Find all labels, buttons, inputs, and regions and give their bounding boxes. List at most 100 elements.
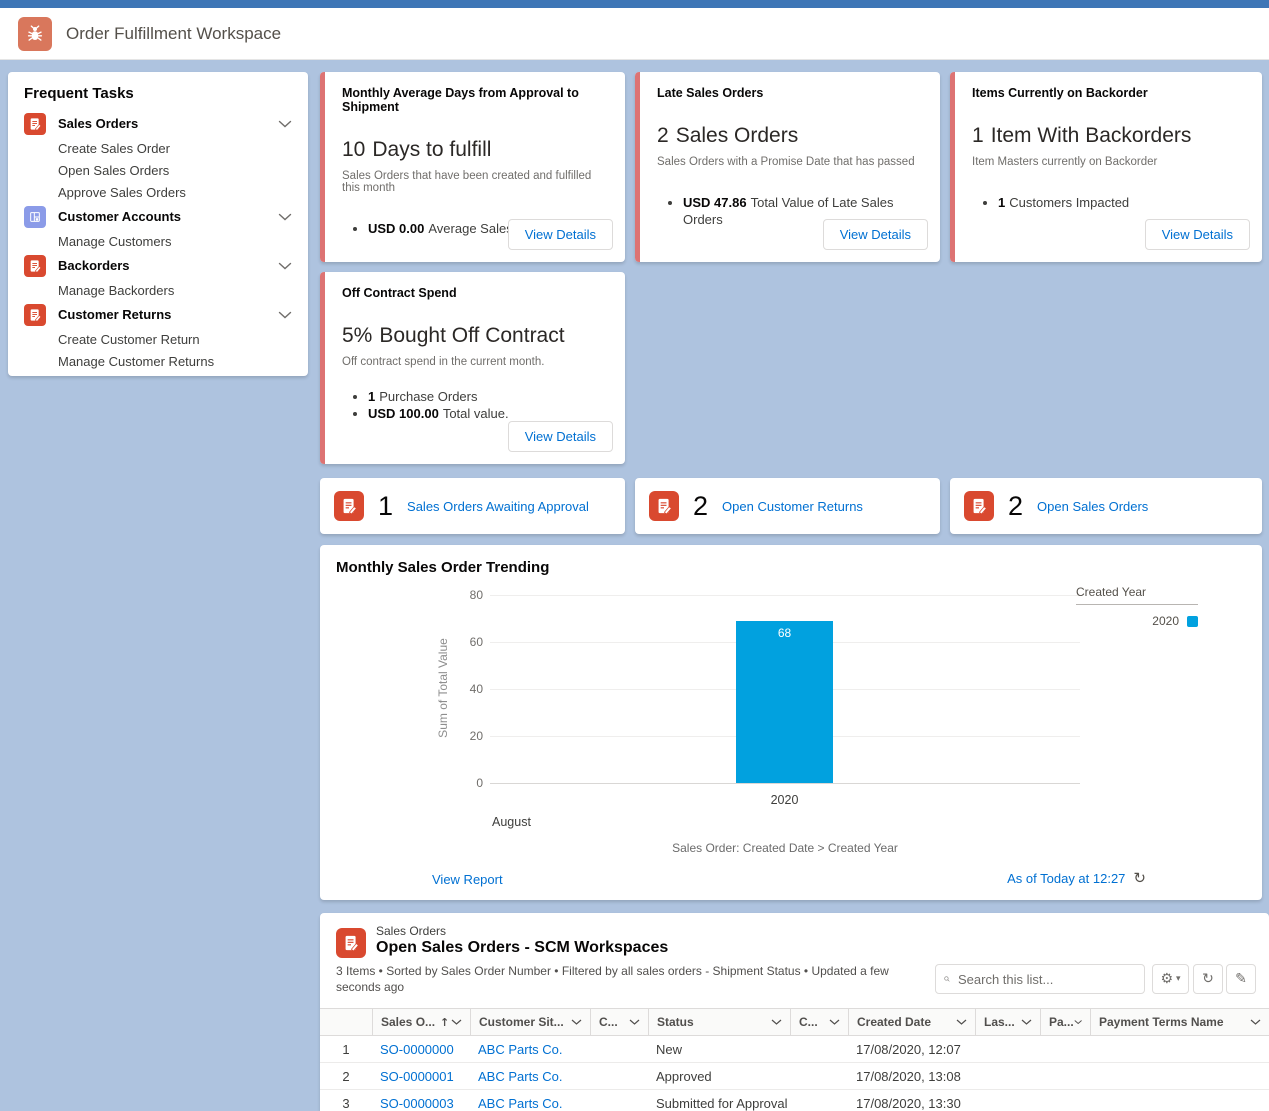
accent-stripe	[320, 72, 325, 262]
sidebar-group-backorders[interactable]: Backorders	[24, 252, 292, 279]
kpi-title: Late Sales Orders	[657, 86, 926, 100]
sidebar-group-label: Sales Orders	[58, 116, 138, 131]
col-c2[interactable]: C...	[790, 1009, 848, 1035]
chevron-down-icon	[829, 1019, 840, 1025]
bar-value-label: 68	[736, 626, 833, 640]
y-axis-label: Sum of Total Value	[436, 638, 450, 738]
kpi-description: Item Masters currently on Backorder	[972, 156, 1248, 168]
sales-order-link[interactable]: SO-0000000	[372, 1042, 470, 1057]
view-details-button[interactable]: View Details	[1145, 219, 1250, 250]
accent-stripe	[950, 72, 955, 262]
kpi-bullet: USD 100.00Total value.	[368, 405, 611, 422]
chart-refresh-status: As of Today at 12:27 ↻	[1007, 869, 1146, 887]
created-date-cell: 17/08/2020, 12:07	[848, 1042, 975, 1057]
list-meta: 3 Items • Sorted by Sales Order Number •…	[336, 963, 901, 995]
gear-icon: ⚙	[1160, 971, 1173, 987]
status-cell: New	[648, 1042, 790, 1057]
chevron-down-icon	[571, 1019, 582, 1025]
col-customer-site[interactable]: Customer Sit...	[470, 1009, 590, 1035]
kpi-title: Items Currently on Backorder	[972, 86, 1248, 100]
sales-orders-table: Sales O...↑ Customer Sit... C... Status …	[320, 1008, 1269, 1111]
quicklink-count: 2	[1008, 491, 1023, 522]
refresh-icon[interactable]: ↻	[1133, 869, 1146, 887]
chevron-down-icon	[278, 311, 292, 319]
customer-link[interactable]: ABC Parts Co.	[470, 1069, 590, 1084]
sales-order-link[interactable]: SO-0000001	[372, 1069, 470, 1084]
view-details-button[interactable]: View Details	[823, 219, 928, 250]
page-title: Order Fulfillment Workspace	[66, 24, 281, 44]
chevron-down-icon	[451, 1019, 462, 1025]
customer-link[interactable]: ABC Parts Co.	[470, 1096, 590, 1111]
view-report-link[interactable]: View Report	[432, 872, 503, 887]
x-tick-2020: 2020	[736, 793, 833, 807]
col-created-date[interactable]: Created Date	[848, 1009, 975, 1035]
sidebar-item-open-sales-orders[interactable]: Open Sales Orders	[24, 159, 292, 181]
quicklink-open-sales-orders[interactable]: 2 Open Sales Orders	[950, 478, 1262, 534]
kpi-bullet: 1Purchase Orders	[368, 388, 611, 405]
sidebar-item-manage-backorders[interactable]: Manage Backorders	[24, 279, 292, 301]
sales-orders-icon	[24, 113, 46, 135]
chevron-down-icon	[1074, 1019, 1082, 1025]
sort-asc-icon: ↑	[440, 1016, 449, 1029]
quicklink-sales-orders-awaiting-approval[interactable]: 1 Sales Orders Awaiting Approval	[320, 478, 625, 534]
kpi-card-days-to-fulfill: Monthly Average Days from Approval to Sh…	[320, 72, 625, 262]
accent-stripe	[320, 272, 325, 464]
created-date-cell: 17/08/2020, 13:30	[848, 1096, 975, 1111]
chart-title: Monthly Sales Order Trending	[336, 559, 549, 576]
sidebar-item-create-sales-order[interactable]: Create Sales Order	[24, 137, 292, 159]
sidebar-group-customer-accounts[interactable]: Customer Accounts	[24, 203, 292, 230]
frequent-tasks-title: Frequent Tasks	[24, 85, 292, 102]
accent-stripe	[635, 72, 640, 262]
kpi-card-late-sales-orders: Late Sales Orders 2Sales Orders Sales Or…	[635, 72, 940, 262]
status-cell: Approved	[648, 1069, 790, 1084]
customer-returns-icon	[24, 304, 46, 326]
list-search[interactable]	[935, 964, 1145, 994]
col-payment-terms[interactable]: Payment Terms Name	[1090, 1009, 1269, 1035]
sales-order-link[interactable]: SO-0000003	[372, 1096, 470, 1111]
list-settings-button[interactable]: ⚙ ▾	[1152, 964, 1189, 994]
sidebar-item-create-customer-return[interactable]: Create Customer Return	[24, 328, 292, 350]
chart-caption: Sales Order: Created Date > Created Year	[490, 841, 1080, 855]
frequent-tasks-panel: Frequent Tasks Sales Orders Create Sales…	[8, 72, 308, 376]
col-pa[interactable]: Pa...	[1040, 1009, 1090, 1035]
col-status[interactable]: Status	[648, 1009, 790, 1035]
legend-item-2020[interactable]: 2020	[1076, 614, 1198, 628]
kpi-value: 10Days to fulfill	[342, 138, 611, 162]
quicklink-label[interactable]: Open Sales Orders	[1037, 499, 1148, 514]
quicklink-open-customer-returns[interactable]: 2 Open Customer Returns	[635, 478, 940, 534]
chevron-down-icon	[1021, 1019, 1032, 1025]
table-row: 3 SO-0000003 ABC Parts Co. Submitted for…	[320, 1090, 1269, 1111]
sidebar-group-sales-orders[interactable]: Sales Orders	[24, 110, 292, 137]
chevron-down-icon	[771, 1019, 782, 1025]
chevron-down-icon	[278, 213, 292, 221]
status-cell: Submitted for Approval	[648, 1096, 790, 1111]
sidebar-group-customer-returns[interactable]: Customer Returns	[24, 301, 292, 328]
x-axis-line	[490, 783, 1080, 784]
order-fulfillment-workspace: Order Fulfillment Workspace Frequent Tas…	[0, 0, 1269, 1111]
sidebar-item-approve-sales-orders[interactable]: Approve Sales Orders	[24, 181, 292, 203]
col-sales-order[interactable]: Sales O...↑	[372, 1009, 470, 1035]
quicklink-label[interactable]: Open Customer Returns	[722, 499, 863, 514]
quicklink-label[interactable]: Sales Orders Awaiting Approval	[407, 499, 589, 514]
col-c1[interactable]: C...	[590, 1009, 648, 1035]
customer-accounts-icon	[24, 206, 46, 228]
view-details-button[interactable]: View Details	[508, 219, 613, 250]
list-entity-label: Sales Orders	[376, 924, 446, 938]
customer-link[interactable]: ABC Parts Co.	[470, 1042, 590, 1057]
list-title: Open Sales Orders - SCM Workspaces	[376, 939, 668, 957]
list-refresh-button[interactable]: ↻	[1193, 964, 1223, 994]
col-last[interactable]: Las...	[975, 1009, 1040, 1035]
sidebar-item-manage-customers[interactable]: Manage Customers	[24, 230, 292, 252]
app-header: Order Fulfillment Workspace	[0, 8, 1269, 60]
list-edit-button[interactable]: ✎	[1226, 964, 1256, 994]
search-input[interactable]	[956, 971, 1136, 988]
sidebar-item-manage-customer-returns[interactable]: Manage Customer Returns	[24, 350, 292, 372]
bar-2020[interactable]: 68	[736, 621, 833, 783]
legend-swatch	[1187, 616, 1198, 627]
table-header-row: Sales O...↑ Customer Sit... C... Status …	[320, 1008, 1269, 1036]
view-details-button[interactable]: View Details	[508, 421, 613, 452]
quicklink-count: 1	[378, 491, 393, 522]
row-number: 3	[320, 1096, 372, 1111]
row-number: 2	[320, 1069, 372, 1084]
kpi-card-off-contract-spend: Off Contract Spend 5%Bought Off Contract…	[320, 272, 625, 464]
